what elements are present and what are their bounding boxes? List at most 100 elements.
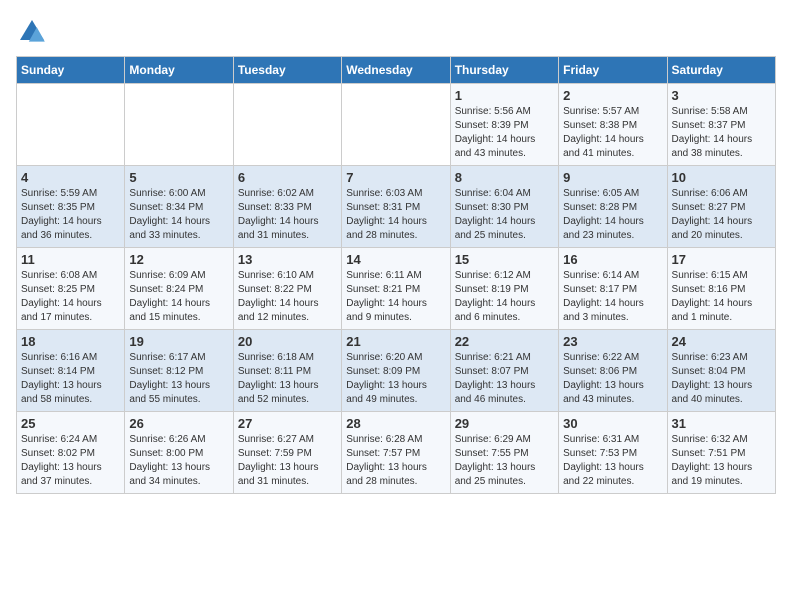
calendar-cell: 25 Sunrise: 6:24 AM Sunset: 8:02 PM Dayli… [17, 412, 125, 494]
day-info: Sunrise: 6:31 AM Sunset: 7:53 PM Dayligh… [563, 433, 662, 489]
calendar-header-row: SundayMondayTuesdayWednesdayThursdayFrid… [17, 57, 776, 84]
day-number: 26 [129, 416, 228, 431]
day-info: Sunrise: 5:56 AM Sunset: 8:39 PM Dayligh… [455, 105, 554, 161]
day-number: 15 [455, 252, 554, 267]
day-number: 21 [346, 334, 445, 349]
weekday-header-wednesday: Wednesday [342, 57, 450, 84]
day-number: 8 [455, 170, 554, 185]
calendar-cell [342, 84, 450, 166]
calendar-cell: 3 Sunrise: 5:58 AM Sunset: 8:37 PM Daylig… [667, 84, 775, 166]
day-number: 16 [563, 252, 662, 267]
calendar-cell: 16Sunrise: 6:14 AM Sunset: 8:17 PM Dayli… [559, 248, 667, 330]
calendar-cell: 15 Sunrise: 6:12 AM Sunset: 8:19 PM Dayli… [450, 248, 558, 330]
weekday-header-saturday: Saturday [667, 57, 775, 84]
calendar-cell: 12 Sunrise: 6:09 AM Sunset: 8:24 PM Dayli… [125, 248, 233, 330]
day-info: Sunrise: 6:26 AM Sunset: 8:00 PM Dayligh… [129, 433, 228, 489]
day-info: Sunrise: 6:09 AM Sunset: 8:24 PM Dayligh… [129, 269, 228, 325]
day-info: Sunrise: 6:04 AM Sunset: 8:30 PM Dayligh… [455, 187, 554, 243]
calendar-cell: 28 Sunrise: 6:28 AM Sunset: 7:57 PM Dayli… [342, 412, 450, 494]
day-info: Sunrise: 6:24 AM Sunset: 8:02 PM Dayligh… [21, 433, 120, 489]
week-row-4: 18Sunrise: 6:16 AM Sunset: 8:14 PM Dayli… [17, 330, 776, 412]
day-info: Sunrise: 6:06 AM Sunset: 8:27 PM Dayligh… [672, 187, 771, 243]
day-info: Sunrise: 6:08 AM Sunset: 8:25 PM Dayligh… [21, 269, 120, 325]
day-number: 9 [563, 170, 662, 185]
day-info: Sunrise: 6:20 AM Sunset: 8:09 PM Dayligh… [346, 351, 445, 407]
day-info: Sunrise: 5:58 AM Sunset: 8:37 PM Dayligh… [672, 105, 771, 161]
day-info: Sunrise: 5:59 AM Sunset: 8:35 PM Dayligh… [21, 187, 120, 243]
day-number: 6 [238, 170, 337, 185]
calendar-cell [17, 84, 125, 166]
day-info: Sunrise: 5:57 AM Sunset: 8:38 PM Dayligh… [563, 105, 662, 161]
day-info: Sunrise: 6:32 AM Sunset: 7:51 PM Dayligh… [672, 433, 771, 489]
day-number: 30 [563, 416, 662, 431]
calendar-cell: 31 Sunrise: 6:32 AM Sunset: 7:51 PM Dayli… [667, 412, 775, 494]
calendar-cell: 27 Sunrise: 6:27 AM Sunset: 7:59 PM Dayli… [233, 412, 341, 494]
calendar-cell: 30 Sunrise: 6:31 AM Sunset: 7:53 PM Dayli… [559, 412, 667, 494]
day-info: Sunrise: 6:02 AM Sunset: 8:33 PM Dayligh… [238, 187, 337, 243]
calendar-cell: 24 Sunrise: 6:23 AM Sunset: 8:04 PM Dayli… [667, 330, 775, 412]
calendar-table: SundayMondayTuesdayWednesdayThursdayFrid… [16, 56, 776, 494]
weekday-header-friday: Friday [559, 57, 667, 84]
day-number: 22 [455, 334, 554, 349]
calendar-cell: 26 Sunrise: 6:26 AM Sunset: 8:00 PM Dayli… [125, 412, 233, 494]
day-number: 13 [238, 252, 337, 267]
day-info: Sunrise: 6:22 AM Sunset: 8:06 PM Dayligh… [563, 351, 662, 407]
day-info: Sunrise: 6:12 AM Sunset: 8:19 PM Dayligh… [455, 269, 554, 325]
weekday-header-thursday: Thursday [450, 57, 558, 84]
day-number: 24 [672, 334, 771, 349]
day-number: 1 [455, 88, 554, 103]
logo [16, 16, 52, 48]
calendar-cell: 6 Sunrise: 6:02 AM Sunset: 8:33 PM Daylig… [233, 166, 341, 248]
calendar-cell: 4Sunrise: 5:59 AM Sunset: 8:35 PM Daylig… [17, 166, 125, 248]
day-info: Sunrise: 6:16 AM Sunset: 8:14 PM Dayligh… [21, 351, 120, 407]
week-row-3: 11 Sunrise: 6:08 AM Sunset: 8:25 PM Dayli… [17, 248, 776, 330]
day-number: 11 [21, 252, 120, 267]
calendar-cell: 18Sunrise: 6:16 AM Sunset: 8:14 PM Dayli… [17, 330, 125, 412]
calendar-cell: 17Sunrise: 6:15 AM Sunset: 8:16 PM Dayli… [667, 248, 775, 330]
day-number: 29 [455, 416, 554, 431]
day-info: Sunrise: 6:18 AM Sunset: 8:11 PM Dayligh… [238, 351, 337, 407]
week-row-5: 25 Sunrise: 6:24 AM Sunset: 8:02 PM Dayli… [17, 412, 776, 494]
day-number: 20 [238, 334, 337, 349]
day-info: Sunrise: 6:11 AM Sunset: 8:21 PM Dayligh… [346, 269, 445, 325]
calendar-cell: 29 Sunrise: 6:29 AM Sunset: 7:55 PM Dayli… [450, 412, 558, 494]
day-number: 23 [563, 334, 662, 349]
day-info: Sunrise: 6:27 AM Sunset: 7:59 PM Dayligh… [238, 433, 337, 489]
calendar-cell: 21 Sunrise: 6:20 AM Sunset: 8:09 PM Dayli… [342, 330, 450, 412]
weekday-header-tuesday: Tuesday [233, 57, 341, 84]
calendar-cell [233, 84, 341, 166]
calendar-cell: 13Sunrise: 6:10 AM Sunset: 8:22 PM Dayli… [233, 248, 341, 330]
calendar-cell: 7 Sunrise: 6:03 AM Sunset: 8:31 PM Daylig… [342, 166, 450, 248]
week-row-2: 4Sunrise: 5:59 AM Sunset: 8:35 PM Daylig… [17, 166, 776, 248]
day-number: 19 [129, 334, 228, 349]
day-number: 28 [346, 416, 445, 431]
day-number: 14 [346, 252, 445, 267]
day-number: 5 [129, 170, 228, 185]
day-number: 7 [346, 170, 445, 185]
day-info: Sunrise: 6:21 AM Sunset: 8:07 PM Dayligh… [455, 351, 554, 407]
day-info: Sunrise: 6:29 AM Sunset: 7:55 PM Dayligh… [455, 433, 554, 489]
calendar-cell: 22 Sunrise: 6:21 AM Sunset: 8:07 PM Dayli… [450, 330, 558, 412]
day-info: Sunrise: 6:05 AM Sunset: 8:28 PM Dayligh… [563, 187, 662, 243]
day-number: 31 [672, 416, 771, 431]
calendar-cell: 23 Sunrise: 6:22 AM Sunset: 8:06 PM Dayli… [559, 330, 667, 412]
day-number: 12 [129, 252, 228, 267]
day-info: Sunrise: 6:23 AM Sunset: 8:04 PM Dayligh… [672, 351, 771, 407]
page-header [16, 16, 776, 48]
calendar-cell: 20 Sunrise: 6:18 AM Sunset: 8:11 PM Dayli… [233, 330, 341, 412]
weekday-header-monday: Monday [125, 57, 233, 84]
week-row-1: 1 Sunrise: 5:56 AM Sunset: 8:39 PM Daylig… [17, 84, 776, 166]
day-info: Sunrise: 6:28 AM Sunset: 7:57 PM Dayligh… [346, 433, 445, 489]
day-number: 27 [238, 416, 337, 431]
day-number: 10 [672, 170, 771, 185]
day-number: 17 [672, 252, 771, 267]
day-info: Sunrise: 6:00 AM Sunset: 8:34 PM Dayligh… [129, 187, 228, 243]
day-number: 3 [672, 88, 771, 103]
day-number: 25 [21, 416, 120, 431]
calendar-cell: 14 Sunrise: 6:11 AM Sunset: 8:21 PM Dayli… [342, 248, 450, 330]
day-number: 2 [563, 88, 662, 103]
day-info: Sunrise: 6:03 AM Sunset: 8:31 PM Dayligh… [346, 187, 445, 243]
calendar-cell: 8 Sunrise: 6:04 AM Sunset: 8:30 PM Daylig… [450, 166, 558, 248]
calendar-cell: 19Sunrise: 6:17 AM Sunset: 8:12 PM Dayli… [125, 330, 233, 412]
calendar-cell: 1 Sunrise: 5:56 AM Sunset: 8:39 PM Daylig… [450, 84, 558, 166]
